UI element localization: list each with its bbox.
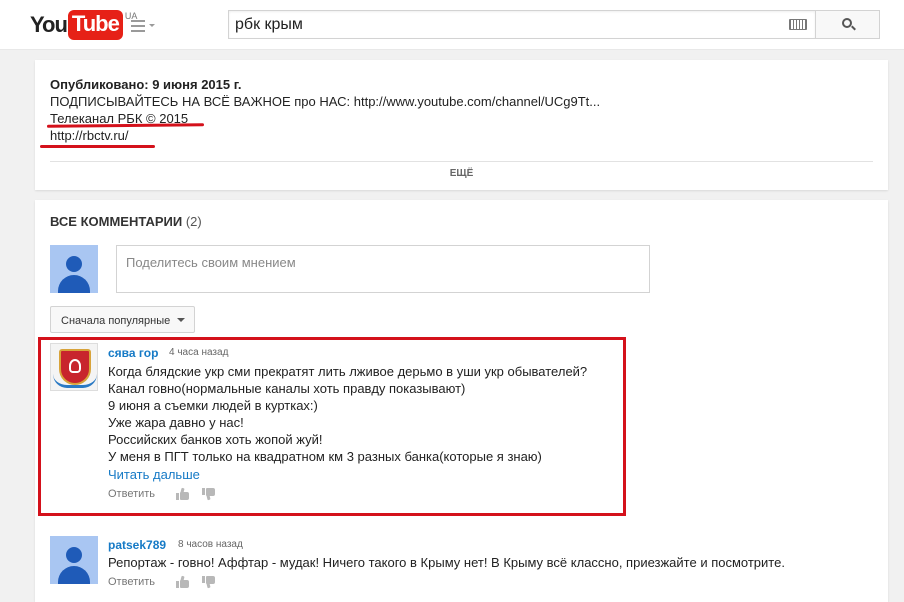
comment-input-placeholder: Поделитесь своим мнением	[126, 255, 296, 270]
sort-label: Сначала популярные	[61, 315, 171, 327]
thumbs-down-icon[interactable]	[202, 576, 215, 589]
youtube-logo[interactable]: You Tube UA	[30, 10, 137, 40]
comment-author[interactable]: patsek789	[108, 538, 166, 552]
annotation-highlight-box	[38, 337, 626, 516]
description-line-subscribe: ПОДПИСЫВАЙТЕСЬ НА ВСЁ ВАЖНОЕ про НАС: ht…	[50, 94, 601, 109]
description-line-website[interactable]: http://rbctv.ru/	[50, 127, 129, 144]
show-more-button[interactable]: ЕЩЁ	[35, 168, 888, 179]
hamburger-menu-icon[interactable]	[131, 18, 157, 34]
annotation-underline	[40, 145, 155, 148]
comment-time[interactable]: 8 часов назад	[178, 539, 243, 550]
sort-comments-dropdown[interactable]: Сначала популярные	[50, 306, 195, 333]
comment-input[interactable]: Поделитесь своим мнением	[116, 245, 650, 293]
comments-header: ВСЕ КОММЕНТАРИИ (2)	[50, 214, 202, 229]
comments-header-label: ВСЕ КОММЕНТАРИИ	[50, 214, 183, 229]
search-box	[228, 10, 816, 39]
divider	[50, 161, 873, 162]
caret-down-icon	[177, 318, 185, 322]
thumbs-up-icon[interactable]	[176, 575, 189, 588]
commenter-avatar[interactable]	[50, 536, 98, 584]
comment-text-line: Репортаж - говно! Аффтар - мудак! Ничего…	[108, 555, 785, 570]
comments-count: (2)	[185, 214, 202, 229]
search-button[interactable]	[815, 10, 880, 39]
reply-button[interactable]: Ответить	[108, 576, 155, 588]
masthead: You Tube UA	[0, 0, 904, 50]
current-user-avatar	[50, 245, 98, 293]
keyboard-icon[interactable]	[789, 19, 807, 30]
search-input[interactable]	[235, 15, 775, 35]
logo-tube-text: Tube	[67, 10, 123, 40]
logo-you-text: You	[30, 12, 68, 37]
published-date: Опубликовано: 9 июня 2015 г.	[50, 77, 242, 92]
